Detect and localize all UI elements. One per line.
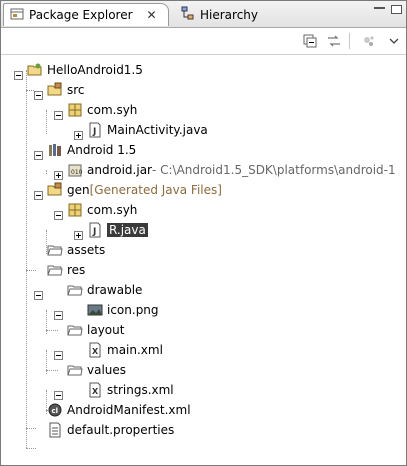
tree-item-manifest[interactable]: cl AndroidManifest.xml [47, 400, 191, 420]
package-icon [67, 102, 83, 118]
project-tree: HelloAndroid1.5 src com.syh J MainActivi… [1, 58, 406, 463]
toolbar-separator [349, 33, 350, 49]
tree-item-properties[interactable]: default.properties [47, 420, 174, 440]
folder-icon [67, 282, 83, 298]
svg-text:J: J [92, 127, 96, 137]
tree-item-label: src [67, 83, 85, 97]
tree-item-label: strings.xml [107, 383, 174, 397]
xml-file-icon: X [87, 382, 103, 398]
collapse-toggle[interactable] [14, 71, 23, 80]
text-file-icon [47, 422, 63, 438]
tree-item-label: MainActivity.java [107, 123, 208, 137]
collapse-toggle[interactable] [34, 91, 43, 100]
tree-item-values[interactable]: values [67, 360, 126, 380]
tree-item-drawable[interactable]: drawable [67, 280, 142, 300]
xml-file-icon: X [87, 342, 103, 358]
collapse-toggle[interactable] [34, 291, 43, 300]
tree-item-image-file[interactable]: icon.png [87, 300, 159, 320]
svg-text:X: X [92, 387, 99, 396]
library-icon [47, 142, 63, 158]
manifest-icon: cl [47, 402, 63, 418]
expand-toggle[interactable] [74, 231, 83, 240]
package-icon [67, 202, 83, 218]
folder-icon [47, 262, 63, 278]
jar-icon: 010 [67, 162, 83, 178]
window-buttons [374, 5, 402, 14]
view-toolbar [1, 28, 406, 55]
tree-item-label: res [67, 263, 86, 277]
tree-item-project[interactable]: HelloAndroid1.5 [27, 60, 143, 80]
tree-item-src[interactable]: src [47, 80, 85, 100]
tree-item-label: icon.png [107, 303, 159, 317]
tree-item-label: main.xml [107, 343, 163, 357]
tree-item-label: android.jar [87, 163, 152, 177]
collapse-toggle[interactable] [54, 311, 63, 320]
folder-icon [47, 242, 63, 258]
image-file-icon [87, 302, 103, 318]
link-with-editor-icon[interactable] [326, 33, 342, 49]
folder-icon [67, 362, 83, 378]
tree-item-package[interactable]: com.syh [67, 100, 137, 120]
collapse-toggle[interactable] [34, 191, 43, 200]
collapse-all-icon[interactable] [302, 33, 318, 49]
tree-item-java-file-selected[interactable]: J R.java [87, 220, 148, 240]
svg-text:X: X [92, 347, 99, 356]
collapse-toggle[interactable] [54, 111, 63, 120]
tree-item-label: layout [87, 323, 125, 337]
tree-item-assets[interactable]: assets [47, 240, 105, 260]
hierarchy-icon [181, 6, 195, 23]
tree-item-res[interactable]: res [47, 260, 85, 280]
source-folder-icon [47, 182, 63, 198]
tree-item-java-file[interactable]: J MainActivity.java [87, 120, 208, 140]
tab-label: Hierarchy [200, 7, 259, 22]
tree-item-label: default.properties [67, 423, 175, 437]
tree-item-xml-file[interactable]: X main.xml [87, 340, 163, 360]
jar-path: - C:\Android1.5_SDK\platforms\android-1 [151, 163, 396, 177]
svg-text:010: 010 [71, 169, 83, 176]
tree-item-label: drawable [87, 283, 143, 297]
tab-hierarchy[interactable]: Hierarchy [171, 3, 263, 26]
tree-item-jar[interactable]: 010 android.jar - C:\Android1.5_SDK\plat… [67, 160, 396, 180]
view-tab-bar: Package Explorer ✕ Hierarchy [1, 1, 406, 28]
tree-item-label: com.syh [87, 203, 138, 217]
close-icon[interactable]: ✕ [147, 8, 157, 22]
svg-text:J: J [92, 227, 96, 237]
tab-label: Package Explorer [29, 8, 133, 22]
collapse-toggle[interactable] [54, 211, 63, 220]
view-menu-icon[interactable] [386, 33, 402, 49]
svg-text:cl: cl [52, 407, 59, 415]
maximize-icon[interactable] [391, 5, 402, 14]
tree-item-label: AndroidManifest.xml [67, 403, 191, 417]
tree-item-package[interactable]: com.syh [67, 200, 137, 220]
tree-item-label: HelloAndroid1.5 [47, 63, 143, 77]
tree-item-label: assets [67, 243, 106, 257]
tree-item-label: Android 1.5 [67, 143, 137, 157]
tree-item-layout[interactable]: layout [67, 320, 124, 340]
tree-item-label: values [87, 363, 127, 377]
tree-item-label: R.java [107, 223, 148, 237]
tree-item-label: com.syh [87, 103, 138, 117]
collapse-toggle[interactable] [54, 391, 63, 400]
expand-toggle[interactable] [54, 171, 63, 180]
collapse-toggle[interactable] [54, 351, 63, 360]
project-folder-icon [27, 62, 43, 78]
expand-toggle[interactable] [74, 131, 83, 140]
minimize-icon[interactable] [374, 7, 385, 11]
run-icon[interactable] [361, 33, 377, 49]
java-file-icon: J [87, 222, 103, 238]
gen-decoration: [Generated Java Files] [89, 183, 222, 197]
package-explorer-view: Package Explorer ✕ Hierarchy HelloAndroi… [0, 0, 407, 466]
package-explorer-icon [10, 7, 24, 24]
tab-package-explorer[interactable]: Package Explorer ✕ [3, 3, 169, 26]
tree-item-xml-file[interactable]: X strings.xml [87, 380, 174, 400]
tree-item-gen[interactable]: gen [Generated Java Files] [47, 180, 222, 200]
tree-item-library[interactable]: Android 1.5 [47, 140, 136, 160]
tree-item-label: gen [67, 183, 90, 197]
collapse-toggle[interactable] [34, 151, 43, 160]
source-folder-icon [47, 82, 63, 98]
folder-icon [67, 322, 83, 338]
java-file-icon: J [87, 122, 103, 138]
